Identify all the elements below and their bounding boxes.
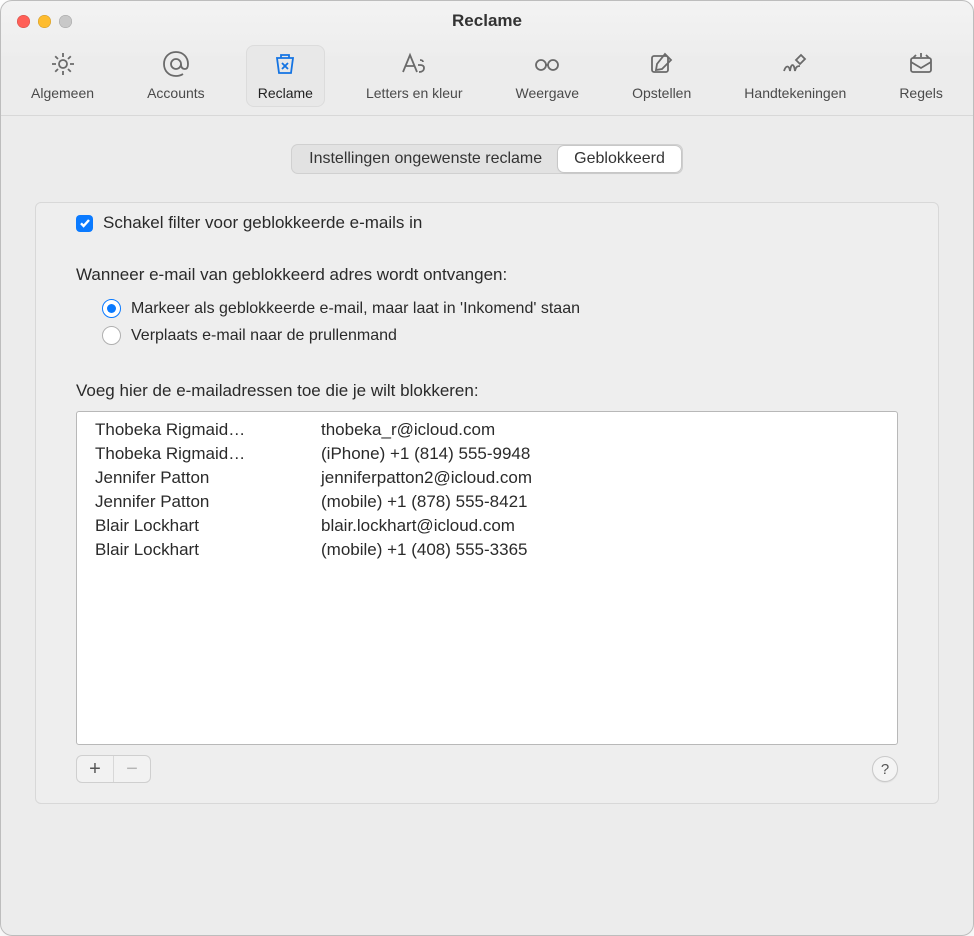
content-area: Instellingen ongewenste reclameGeblokkee… <box>1 116 973 824</box>
toolbar-item-at[interactable]: Accounts <box>135 45 217 107</box>
remove-blocked-button[interactable]: − <box>113 756 150 782</box>
blocked-row[interactable]: Blair Lockhartblair.lockhart@icloud.com <box>77 514 897 538</box>
blocked-row[interactable]: Thobeka Rigmaid…(iPhone) +1 (814) 555-99… <box>77 442 897 466</box>
junk-icon <box>269 49 301 79</box>
toolbar-item-signature[interactable]: Handtekeningen <box>732 45 858 107</box>
toolbar-item-label: Weergave <box>516 85 580 101</box>
glasses-icon <box>531 49 563 79</box>
preferences-window: Reclame Algemeen Accounts Reclame Letters e… <box>0 0 974 936</box>
enable-blocked-filter-row[interactable]: Schakel filter voor geblokkeerde e-mails… <box>76 213 898 233</box>
tab-junk-settings[interactable]: Instellingen ongewenste reclame <box>293 146 558 172</box>
enable-blocked-filter-label: Schakel filter voor geblokkeerde e-mails… <box>103 213 422 233</box>
window-title: Reclame <box>1 11 973 31</box>
enable-blocked-filter-checkbox[interactable] <box>76 215 93 232</box>
tab-blocked[interactable]: Geblokkeerd <box>558 146 681 172</box>
toolbar-item-label: Algemeen <box>31 85 94 101</box>
toolbar-item-rules[interactable]: Regels <box>887 45 955 107</box>
blocked-name: Thobeka Rigmaid… <box>77 418 315 442</box>
blocked-contact: blair.lockhart@icloud.com <box>315 514 897 538</box>
when-blocked-option-0[interactable]: Markeer als geblokkeerde e-mail, maar la… <box>102 299 898 318</box>
radio-label: Verplaats e-mail naar de prullenmand <box>131 327 397 345</box>
radio-button[interactable] <box>102 299 121 318</box>
preferences-toolbar: Algemeen Accounts Reclame Letters en kleur W… <box>1 41 973 116</box>
toolbar-item-gear[interactable]: Algemeen <box>19 45 106 107</box>
blocked-list-label: Voeg hier de e-mailadressen toe die je w… <box>76 381 898 401</box>
when-blocked-option-1[interactable]: Verplaats e-mail naar de prullenmand <box>102 326 898 345</box>
toolbar-item-label: Letters en kleur <box>366 85 463 101</box>
toolbar-item-label: Handtekeningen <box>744 85 846 101</box>
add-remove-group: + − <box>76 755 151 783</box>
blocked-contact: (mobile) +1 (408) 555-3365 <box>315 538 897 562</box>
blocked-row[interactable]: Thobeka Rigmaid…thobeka_r@icloud.com <box>77 418 897 442</box>
when-blocked-label: Wanneer e-mail van geblokkeerd adres wor… <box>76 265 898 285</box>
blocked-contact: jenniferpatton2@icloud.com <box>315 466 897 490</box>
help-button[interactable]: ? <box>872 756 898 782</box>
blocked-row[interactable]: Jennifer Pattonjenniferpatton2@icloud.co… <box>77 466 897 490</box>
blocked-name: Blair Lockhart <box>77 514 315 538</box>
tab-switcher: Instellingen ongewenste reclameGeblokkee… <box>35 144 939 202</box>
toolbar-item-label: Reclame <box>258 85 313 101</box>
add-blocked-button[interactable]: + <box>77 756 113 782</box>
titlebar: Reclame <box>1 1 973 41</box>
toolbar-item-glasses[interactable]: Weergave <box>504 45 592 107</box>
list-footer: + − ? <box>76 755 898 783</box>
blocked-name: Jennifer Patton <box>77 466 315 490</box>
radio-label: Markeer als geblokkeerde e-mail, maar la… <box>131 300 580 318</box>
signature-icon <box>779 49 811 79</box>
blocked-row[interactable]: Jennifer Patton(mobile) +1 (878) 555-842… <box>77 490 897 514</box>
blocked-name: Jennifer Patton <box>77 490 315 514</box>
toolbar-item-label: Regels <box>899 85 943 101</box>
toolbar-item-label: Accounts <box>147 85 205 101</box>
blocked-list[interactable]: Thobeka Rigmaid…thobeka_r@icloud.comThob… <box>76 411 898 745</box>
toolbar-item-fonts[interactable]: Letters en kleur <box>354 45 475 107</box>
blocked-contact: (mobile) +1 (878) 555-8421 <box>315 490 897 514</box>
toolbar-item-junk[interactable]: Reclame <box>246 45 325 107</box>
gear-icon <box>47 49 79 79</box>
radio-button[interactable] <box>102 326 121 345</box>
blocked-panel: Schakel filter voor geblokkeerde e-mails… <box>35 202 939 804</box>
fonts-icon <box>398 49 430 79</box>
blocked-contact: (iPhone) +1 (814) 555-9948 <box>315 442 897 466</box>
checkmark-icon <box>79 217 91 229</box>
rules-icon <box>905 49 937 79</box>
at-icon <box>160 49 192 79</box>
toolbar-item-label: Opstellen <box>632 85 691 101</box>
toolbar-item-compose[interactable]: Opstellen <box>620 45 703 107</box>
compose-icon <box>646 49 678 79</box>
blocked-name: Thobeka Rigmaid… <box>77 442 315 466</box>
blocked-contact: thobeka_r@icloud.com <box>315 418 897 442</box>
blocked-name: Blair Lockhart <box>77 538 315 562</box>
blocked-row[interactable]: Blair Lockhart(mobile) +1 (408) 555-3365 <box>77 538 897 562</box>
